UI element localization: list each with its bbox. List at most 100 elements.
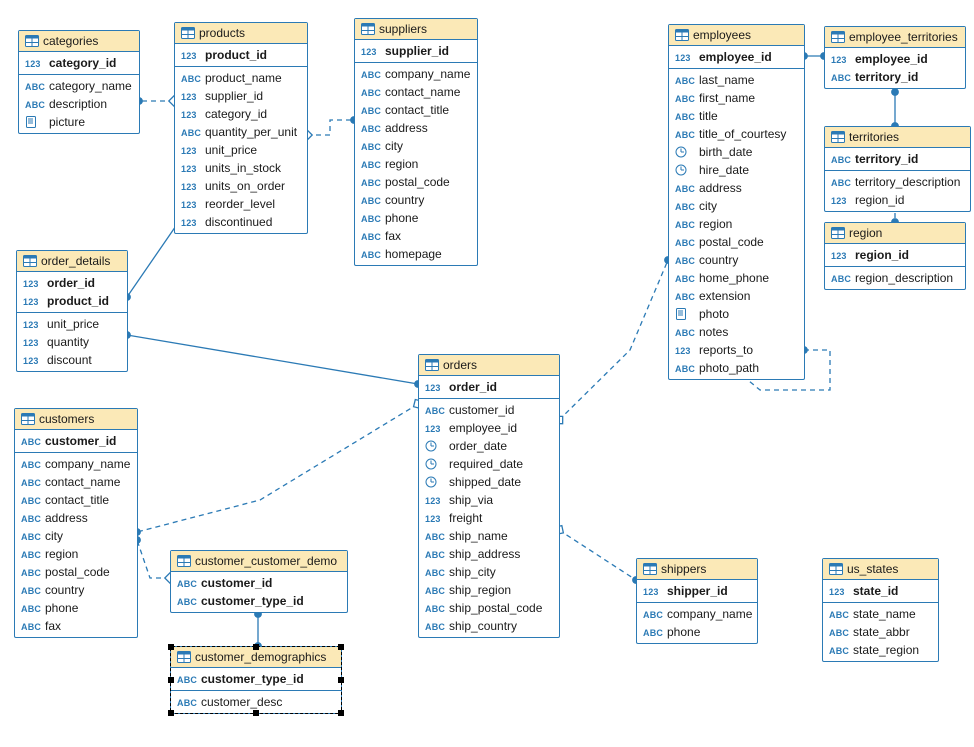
table-territories[interactable]: territoriesABCterritory_idABCterritory_d…: [824, 126, 971, 212]
table-suppliers[interactable]: suppliers 123supplier_id ABCcompany_name AB…: [354, 18, 478, 266]
column-row[interactable]: required_date: [419, 455, 559, 473]
column-row[interactable]: ABCproduct_name: [175, 69, 307, 87]
table-order_details[interactable]: order_details 123order_id123product_id 123…: [16, 250, 128, 372]
column-row[interactable]: ABCpostal_code: [669, 233, 804, 251]
column-row[interactable]: 123unit_price: [175, 141, 307, 159]
selection-handle[interactable]: [253, 710, 259, 716]
column-row[interactable]: 123units_on_order: [175, 177, 307, 195]
table-header[interactable]: products: [175, 23, 307, 44]
table-header[interactable]: customers: [15, 409, 137, 430]
table-header[interactable]: customer_customer_demo: [171, 551, 347, 572]
column-row[interactable]: ABCcity: [15, 527, 137, 545]
column-row[interactable]: ABCship_country: [419, 617, 559, 635]
table-header[interactable]: order_details: [17, 251, 127, 272]
table-products[interactable]: products 123product_id ABCproduct_name123s…: [174, 22, 308, 234]
column-row[interactable]: ABCship_name: [419, 527, 559, 545]
column-row[interactable]: ABCextension: [669, 287, 804, 305]
column-row[interactable]: 123reorder_level: [175, 195, 307, 213]
column-row[interactable]: ABCterritory_id: [825, 150, 970, 168]
column-row[interactable]: ABCcustomer_type_id: [171, 670, 341, 688]
column-row[interactable]: ABCstate_abbr: [823, 623, 938, 641]
column-row[interactable]: ABCcustomer_id: [15, 432, 137, 450]
selection-handle[interactable]: [168, 644, 174, 650]
column-row[interactable]: ABCnotes: [669, 323, 804, 341]
column-row[interactable]: ABCship_postal_code: [419, 599, 559, 617]
table-header[interactable]: territories: [825, 127, 970, 148]
column-row[interactable]: 123order_id: [17, 274, 127, 292]
column-row[interactable]: ABClast_name: [669, 71, 804, 89]
column-row[interactable]: ABCregion: [669, 215, 804, 233]
column-row[interactable]: 123region_id: [825, 246, 965, 264]
column-row[interactable]: ABCdescription: [19, 95, 139, 113]
table-header[interactable]: customer_demographics: [171, 647, 341, 668]
column-row[interactable]: birth_date: [669, 143, 804, 161]
table-header[interactable]: shippers: [637, 559, 757, 580]
column-row[interactable]: ABCcontact_title: [15, 491, 137, 509]
table-customer_customer_demo[interactable]: customer_customer_demoABCcustomer_idABCc…: [170, 550, 348, 613]
column-row[interactable]: 123category_id: [175, 105, 307, 123]
table-us_states[interactable]: us_states123state_idABCstate_nameABCstat…: [822, 558, 939, 662]
column-row[interactable]: ABCcontact_title: [355, 101, 477, 119]
column-row[interactable]: 123freight: [419, 509, 559, 527]
selection-handle[interactable]: [253, 644, 259, 650]
table-header[interactable]: us_states: [823, 559, 938, 580]
column-row[interactable]: ABCcity: [355, 137, 477, 155]
table-employee_territories[interactable]: employee_territories123employee_idABCter…: [824, 26, 966, 89]
column-row[interactable]: 123supplier_id: [175, 87, 307, 105]
column-row[interactable]: 123category_id: [19, 54, 139, 72]
column-row[interactable]: ABCcategory_name: [19, 77, 139, 95]
column-row[interactable]: ABCregion_description: [825, 269, 965, 287]
column-row[interactable]: ABCaddress: [15, 509, 137, 527]
column-row[interactable]: ABCregion: [15, 545, 137, 563]
column-row[interactable]: ABCcompany_name: [355, 65, 477, 83]
column-row[interactable]: 123region_id: [825, 191, 970, 209]
column-row[interactable]: ABCphone: [355, 209, 477, 227]
column-row[interactable]: ABCphone: [15, 599, 137, 617]
column-row[interactable]: 123supplier_id: [355, 42, 477, 60]
column-row[interactable]: ABCfax: [355, 227, 477, 245]
column-row[interactable]: ABChome_phone: [669, 269, 804, 287]
selection-handle[interactable]: [168, 710, 174, 716]
column-row[interactable]: 123ship_via: [419, 491, 559, 509]
column-row[interactable]: 123discontinued: [175, 213, 307, 231]
column-row[interactable]: 123order_id: [419, 378, 559, 396]
column-row[interactable]: ABCpostal_code: [15, 563, 137, 581]
table-header[interactable]: employee_territories: [825, 27, 965, 48]
table-header[interactable]: suppliers: [355, 19, 477, 40]
column-row[interactable]: ABCaddress: [355, 119, 477, 137]
column-row[interactable]: ABCcountry: [355, 191, 477, 209]
table-employees[interactable]: employees 123employee_id ABClast_nameABCfi…: [668, 24, 805, 380]
table-categories[interactable]: categories123category_idABCcategory_name…: [18, 30, 140, 134]
table-shippers[interactable]: shippers123shipper_idABCcompany_nameABCp…: [636, 558, 758, 644]
column-row[interactable]: ABCphoto_path: [669, 359, 804, 377]
column-row[interactable]: photo: [669, 305, 804, 323]
column-row[interactable]: ABCstate_region: [823, 641, 938, 659]
column-row[interactable]: order_date: [419, 437, 559, 455]
column-row[interactable]: ABCcontact_name: [15, 473, 137, 491]
column-row[interactable]: 123reports_to: [669, 341, 804, 359]
column-row[interactable]: ABCfirst_name: [669, 89, 804, 107]
selection-handle[interactable]: [338, 644, 344, 650]
column-row[interactable]: ABCcompany_name: [637, 605, 757, 623]
column-row[interactable]: 123employee_id: [669, 48, 804, 66]
column-row[interactable]: ABCstate_name: [823, 605, 938, 623]
column-row[interactable]: ABCcustomer_desc: [171, 693, 341, 711]
column-row[interactable]: 123unit_price: [17, 315, 127, 333]
column-row[interactable]: 123quantity: [17, 333, 127, 351]
selection-handle[interactable]: [168, 677, 174, 683]
column-row[interactable]: hire_date: [669, 161, 804, 179]
column-row[interactable]: ABCaddress: [669, 179, 804, 197]
column-row[interactable]: picture: [19, 113, 139, 131]
column-row[interactable]: ABCphone: [637, 623, 757, 641]
column-row[interactable]: ABCquantity_per_unit: [175, 123, 307, 141]
column-row[interactable]: ABChomepage: [355, 245, 477, 263]
column-row[interactable]: ABCcity: [669, 197, 804, 215]
column-row[interactable]: ABCship_region: [419, 581, 559, 599]
table-header[interactable]: employees: [669, 25, 804, 46]
column-row[interactable]: 123product_id: [175, 46, 307, 64]
column-row[interactable]: ABCcustomer_type_id: [171, 592, 347, 610]
column-row[interactable]: 123product_id: [17, 292, 127, 310]
column-row[interactable]: shipped_date: [419, 473, 559, 491]
column-row[interactable]: ABCtitle: [669, 107, 804, 125]
column-row[interactable]: ABCterritory_id: [825, 68, 965, 86]
